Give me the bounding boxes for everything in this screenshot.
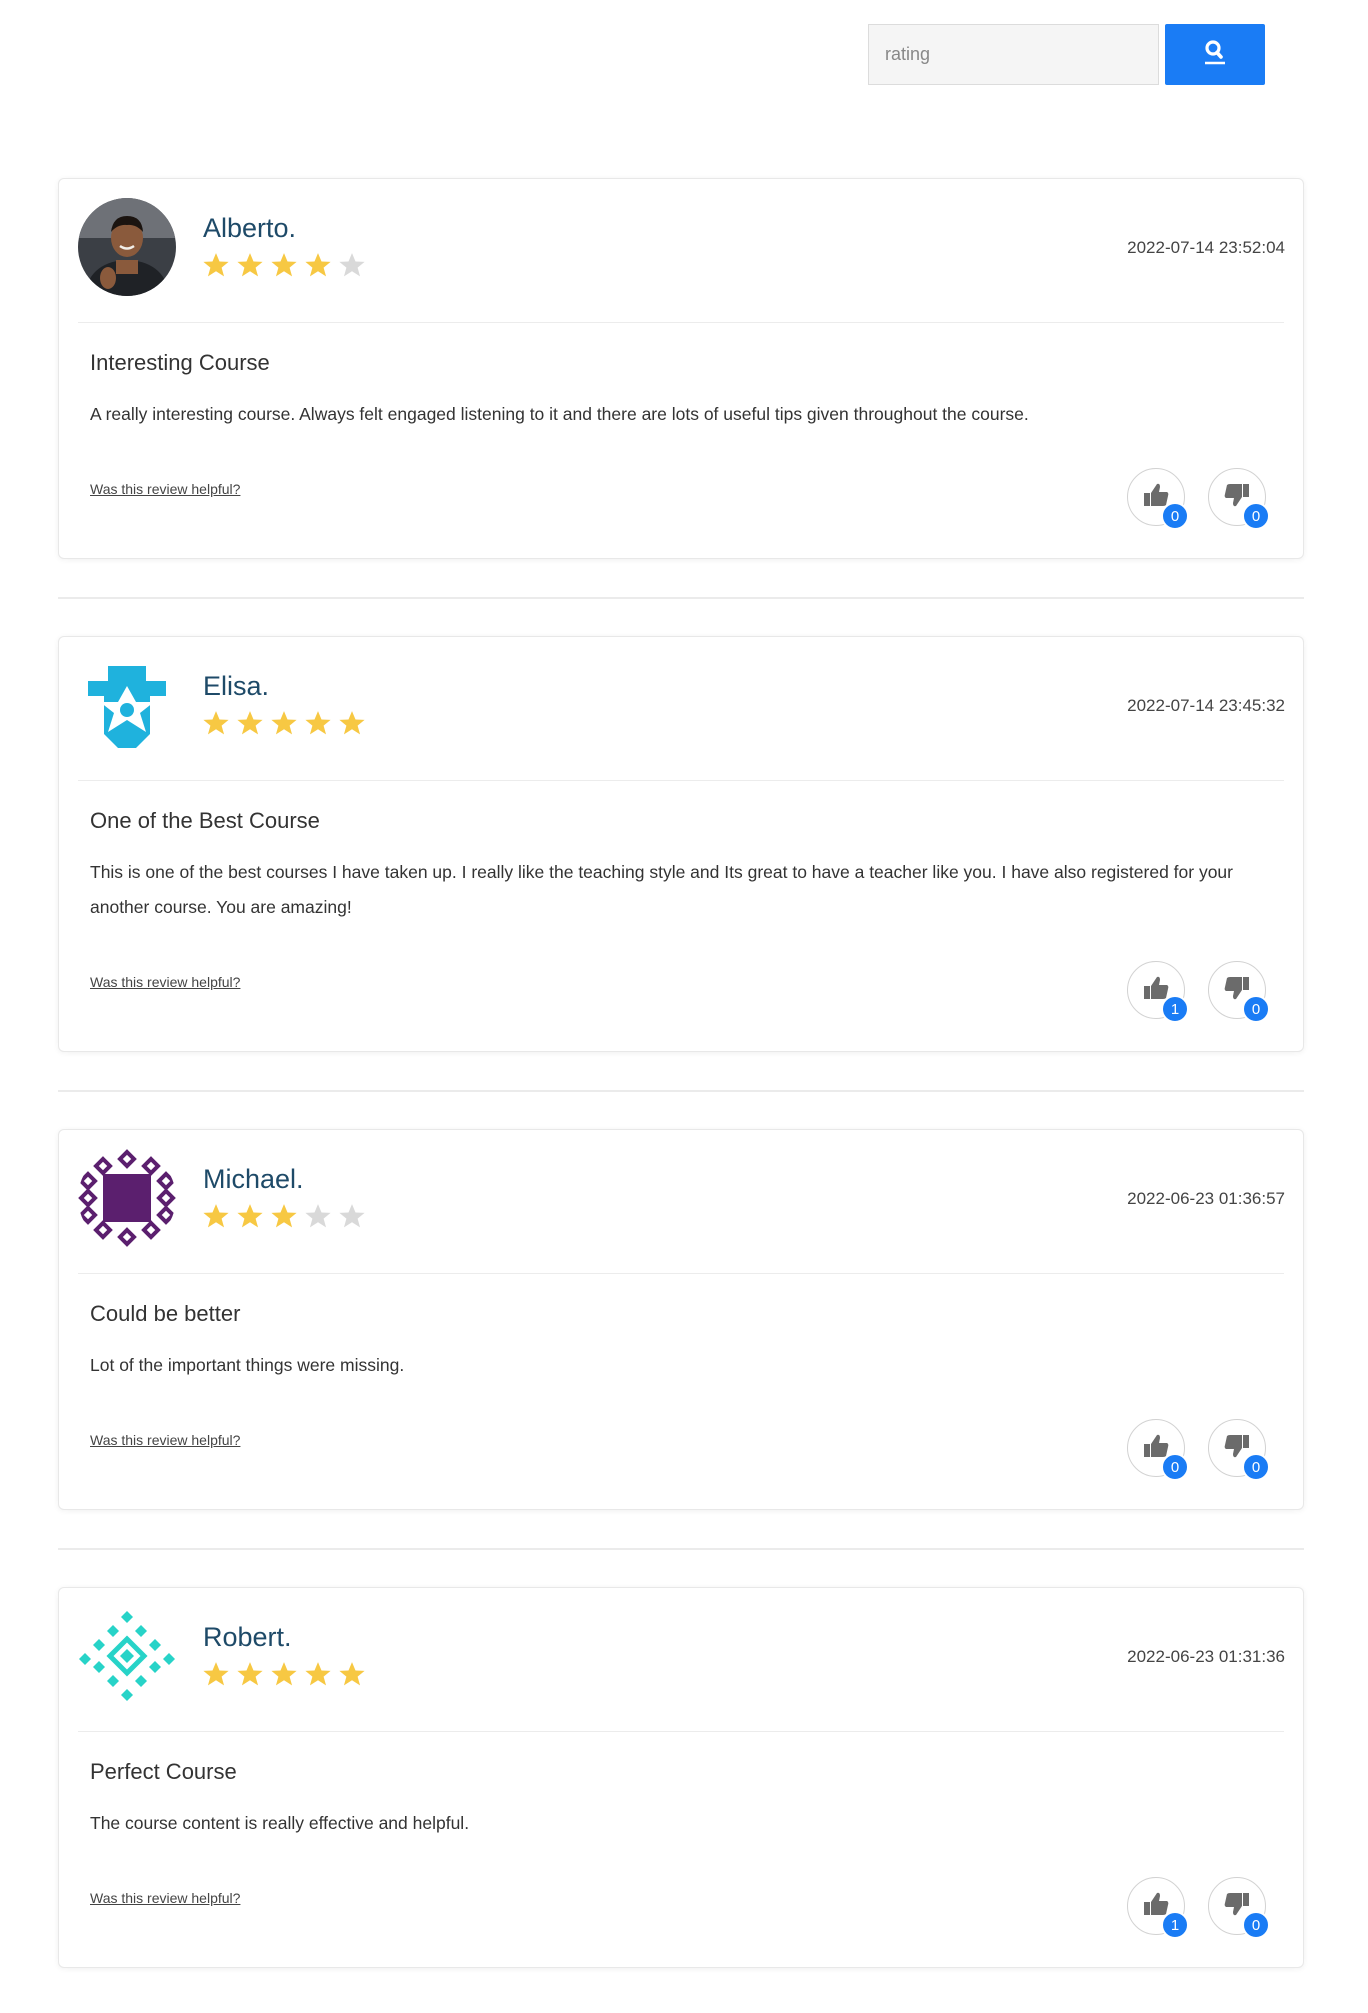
star-filled-icon bbox=[271, 1662, 297, 1686]
star-filled-icon bbox=[305, 1662, 331, 1686]
dislike-count: 0 bbox=[1242, 1911, 1270, 1939]
star-filled-icon bbox=[237, 711, 263, 735]
reviewer-name: Michael. bbox=[203, 1164, 304, 1194]
review-title: Perfect Course bbox=[90, 1759, 237, 1784]
star-filled-icon bbox=[203, 253, 229, 277]
review-separator bbox=[58, 1548, 1304, 1550]
star-filled-icon bbox=[339, 711, 365, 735]
like-count: 1 bbox=[1161, 995, 1189, 1023]
helpful-link[interactable]: Was this review helpful? bbox=[90, 1890, 240, 1906]
like-button[interactable]: 0 bbox=[1127, 468, 1189, 530]
review-title: One of the Best Course bbox=[90, 808, 320, 833]
like-button[interactable]: 1 bbox=[1127, 1877, 1189, 1939]
star-rating bbox=[202, 709, 366, 737]
review-body: Lot of the important things were missing… bbox=[90, 1355, 405, 1375]
star-filled-icon bbox=[271, 711, 297, 735]
search-button[interactable] bbox=[1165, 24, 1265, 85]
star-filled-icon bbox=[305, 711, 331, 735]
star-filled-icon bbox=[203, 711, 229, 735]
review-separator bbox=[58, 597, 1304, 599]
review-date: 2022-06-23 01:36:57 bbox=[1127, 1189, 1285, 1208]
avatar bbox=[78, 198, 176, 296]
review-date: 2022-07-14 23:45:32 bbox=[1127, 696, 1285, 715]
star-filled-icon bbox=[305, 253, 331, 277]
review-card: Elisa. 2022-07-14 23:45:32 One of the Be… bbox=[58, 636, 1304, 1052]
search-bar bbox=[868, 24, 1265, 85]
reviewer-name: Robert. bbox=[203, 1622, 292, 1652]
dislike-count: 0 bbox=[1242, 995, 1270, 1023]
star-empty-icon bbox=[339, 1204, 365, 1228]
star-rating bbox=[202, 1660, 366, 1688]
review-body: The course content is really effective a… bbox=[90, 1813, 470, 1833]
review-header: Alberto. 2022-07-14 23:52:04 bbox=[59, 179, 1303, 323]
star-filled-icon bbox=[237, 1204, 263, 1228]
review-title: Interesting Course bbox=[90, 350, 270, 375]
helpful-link[interactable]: Was this review helpful? bbox=[90, 974, 240, 990]
review-card: Michael. 2022-06-23 01:36:57 Could be be… bbox=[58, 1129, 1304, 1510]
star-filled-icon bbox=[203, 1204, 229, 1228]
star-filled-icon bbox=[271, 1204, 297, 1228]
like-button[interactable]: 0 bbox=[1127, 1419, 1189, 1481]
review-date: 2022-06-23 01:31:36 bbox=[1127, 1647, 1285, 1666]
review-body: A really interesting course. Always felt… bbox=[90, 404, 1029, 424]
avatar bbox=[78, 1149, 176, 1247]
like-count: 0 bbox=[1161, 1453, 1189, 1481]
helpful-link[interactable]: Was this review helpful? bbox=[90, 481, 240, 497]
avatar bbox=[78, 1607, 176, 1705]
dislike-count: 0 bbox=[1242, 1453, 1270, 1481]
star-empty-icon bbox=[339, 253, 365, 277]
dislike-button[interactable]: 0 bbox=[1208, 468, 1270, 530]
star-filled-icon bbox=[339, 1662, 365, 1686]
review-body: This is one of the best courses I have t… bbox=[90, 862, 1233, 917]
avatar-pattern-icon bbox=[78, 1607, 176, 1705]
review-separator bbox=[58, 1090, 1304, 1092]
review-header: Robert. 2022-06-23 01:31:36 bbox=[59, 1588, 1303, 1732]
divider bbox=[78, 1273, 1284, 1274]
review-date: 2022-07-14 23:52:04 bbox=[1127, 238, 1285, 257]
dislike-button[interactable]: 0 bbox=[1208, 1877, 1270, 1939]
dislike-count: 0 bbox=[1242, 502, 1270, 530]
review-header: Elisa. 2022-07-14 23:45:32 bbox=[59, 637, 1303, 781]
reviewer-name: Elisa. bbox=[203, 671, 270, 701]
search-input[interactable] bbox=[868, 24, 1159, 85]
search-icon bbox=[1200, 38, 1230, 71]
review-card: Alberto. 2022-07-14 23:52:04 Interesting… bbox=[58, 178, 1304, 559]
reviewer-name: Alberto. bbox=[203, 213, 297, 243]
like-button[interactable]: 1 bbox=[1127, 961, 1189, 1023]
star-rating bbox=[202, 1202, 366, 1230]
avatar bbox=[78, 656, 176, 754]
avatar-pattern-icon bbox=[78, 1149, 176, 1247]
helpful-link[interactable]: Was this review helpful? bbox=[90, 1432, 240, 1448]
divider bbox=[78, 1731, 1284, 1732]
star-empty-icon bbox=[305, 1204, 331, 1228]
review-header: Michael. 2022-06-23 01:36:57 bbox=[59, 1130, 1303, 1274]
like-count: 1 bbox=[1161, 1911, 1189, 1939]
star-filled-icon bbox=[237, 253, 263, 277]
dislike-button[interactable]: 0 bbox=[1208, 961, 1270, 1023]
divider bbox=[78, 322, 1284, 323]
avatar-pattern-icon bbox=[78, 656, 176, 754]
review-card: Robert. 2022-06-23 01:31:36 Perfect Cour… bbox=[58, 1587, 1304, 1968]
review-title: Could be better bbox=[90, 1301, 241, 1326]
divider bbox=[78, 780, 1284, 781]
star-filled-icon bbox=[271, 253, 297, 277]
star-filled-icon bbox=[203, 1662, 229, 1686]
like-count: 0 bbox=[1161, 502, 1189, 530]
avatar-photo-icon bbox=[78, 198, 176, 296]
dislike-button[interactable]: 0 bbox=[1208, 1419, 1270, 1481]
star-filled-icon bbox=[237, 1662, 263, 1686]
star-rating bbox=[202, 251, 366, 279]
